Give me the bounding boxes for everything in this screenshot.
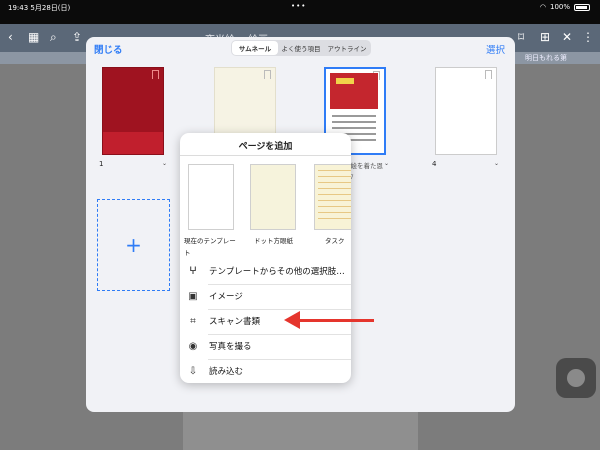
bookmark-icon[interactable] [485, 70, 492, 79]
wifi-icon: ◠ [539, 3, 546, 11]
template-task[interactable] [314, 164, 351, 230]
add-page-button[interactable]: + [97, 199, 170, 291]
tab-right-text: 明日もれる第 [525, 54, 567, 62]
bookmark-icon[interactable] [264, 70, 271, 79]
back-icon[interactable]: ‹ [8, 30, 13, 44]
select-button[interactable]: 選択 [486, 42, 505, 56]
page-poster-image [330, 73, 378, 109]
template-dot-grid[interactable] [250, 164, 296, 230]
chevron-down-icon[interactable]: ⌄ [162, 160, 167, 167]
template-label-task: タスク [325, 237, 345, 245]
grid-icon[interactable]: ▦ [28, 30, 39, 44]
plus-icon: + [125, 233, 142, 257]
status-bar: 19:43 5月28日(日) ••• ◠ 100% [0, 0, 600, 14]
battery-icon [574, 3, 590, 11]
image-icon: ▣ [188, 290, 198, 302]
template-label-current-2: ト [184, 249, 191, 257]
tab-thumbnails[interactable]: サムネール [232, 41, 278, 55]
page-thumbnail-1[interactable] [102, 67, 164, 155]
template-current[interactable] [188, 164, 234, 230]
chevron-down-icon[interactable]: ⌄ [384, 160, 389, 167]
add-page-icon[interactable]: ⊞ [540, 30, 550, 44]
import-icon: ⇩ [188, 365, 198, 377]
template-label-dot: ドット方眼紙 [254, 237, 293, 245]
status-right: ◠ 100% [540, 3, 590, 11]
popover-title: ページを追加 [238, 142, 293, 152]
more-icon[interactable]: ⋮ [582, 30, 594, 44]
camera-icon: ◉ [188, 340, 198, 352]
view-segmented-control: サムネール よく使う項目 アウトライン [231, 40, 371, 56]
tab-outline[interactable]: アウトライン [324, 41, 370, 55]
menu-item-template-options[interactable]: ⵖ テンプレートからその他の選択肢… [180, 259, 351, 283]
chevron-down-icon[interactable]: ⌄ [494, 160, 499, 167]
add-page-popover: ページを追加 現在のテンプレー ト ドット方眼紙 タスク ⵖ テンプレートからそ… [180, 133, 351, 383]
menu-item-image[interactable]: ▣ イメージ [180, 284, 351, 308]
bookmark-icon[interactable] [152, 70, 159, 79]
page-number-4: 4 [432, 160, 437, 168]
bookmark-icon[interactable]: ⌑ [518, 30, 524, 44]
share-icon[interactable]: ⇪ [72, 30, 82, 44]
status-time: 19:43 5月28日(日) [8, 4, 71, 12]
multitask-dots[interactable]: ••• [291, 2, 306, 10]
battery-text: 100% [549, 3, 570, 11]
template-label-current: 現在のテンプレー [184, 237, 236, 245]
assistive-touch-button[interactable] [556, 358, 596, 398]
tab-favorites[interactable]: よく使う項目 [278, 41, 324, 55]
close-button[interactable]: 閉じる [94, 42, 123, 56]
annotation-arrow-line [298, 319, 374, 322]
menu-item-take-photo[interactable]: ◉ 写真を撮る [180, 334, 351, 358]
search-icon[interactable]: ⌕ [50, 30, 57, 45]
scan-icon: ⌗ [190, 315, 196, 327]
close-icon[interactable]: ✕ [562, 30, 572, 44]
page-number-1: 1 [99, 160, 104, 168]
page-thumbnail-4[interactable] [435, 67, 497, 155]
template-icon: ⵖ [189, 265, 197, 277]
divider [180, 155, 351, 156]
menu-item-import[interactable]: ⇩ 読み込む [180, 359, 351, 383]
